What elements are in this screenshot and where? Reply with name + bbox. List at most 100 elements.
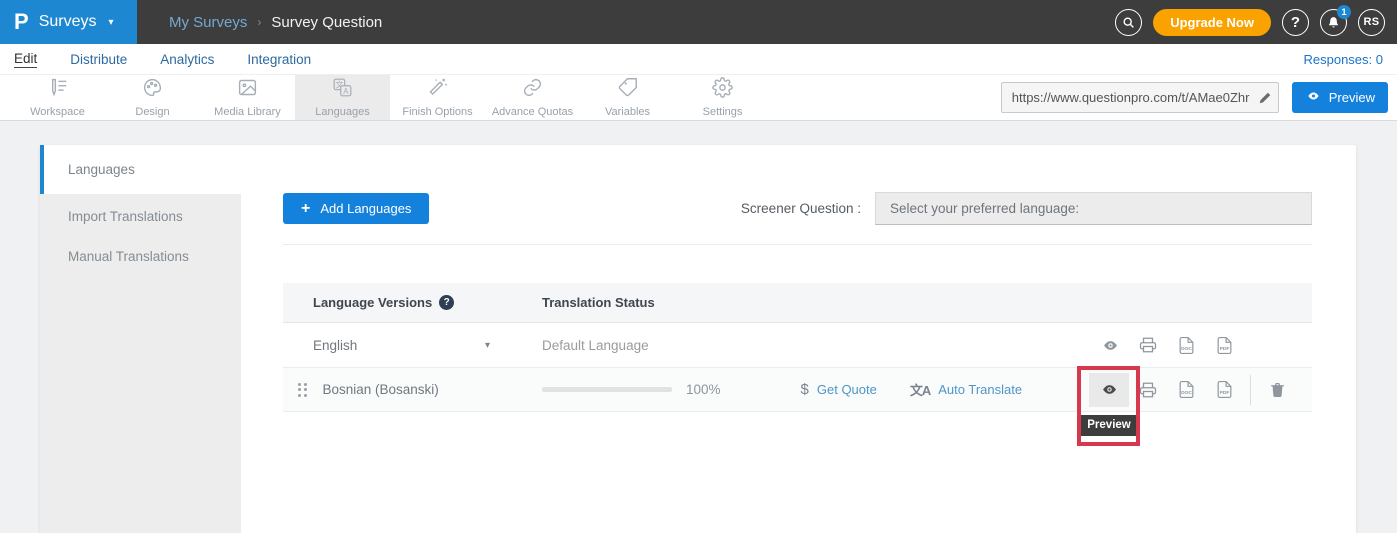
preview-annotation: Preview [1089, 373, 1129, 407]
search-icon [1122, 16, 1135, 29]
page-content: Languages Import Translations Manual Tra… [0, 121, 1397, 533]
svg-text:PDF: PDF [1219, 390, 1229, 396]
languages-card: Languages Import Translations Manual Tra… [40, 145, 1356, 533]
sidebar-item-manual-translations[interactable]: Manual Translations [40, 236, 241, 276]
table-row-english: English ▾ Default Language [283, 323, 1312, 368]
header-actions: Upgrade Now ? 1 RS [1115, 9, 1397, 36]
row-actions-english: DOC PDF [1091, 328, 1312, 362]
nav-tab-distribute[interactable]: Distribute [70, 52, 127, 67]
preview-tooltip: Preview [1078, 415, 1139, 436]
question-mark-icon: ? [1291, 14, 1300, 31]
preview-button[interactable]: Preview [1292, 82, 1388, 113]
svg-text:A: A [343, 87, 349, 96]
workspace-icon [47, 77, 68, 103]
print-icon[interactable] [1129, 373, 1167, 407]
export-doc-icon[interactable]: DOC [1167, 328, 1205, 362]
link-chain-icon [522, 77, 543, 103]
status-cell: 100% $ Get Quote 文A Auto Translate [542, 380, 1089, 399]
delete-language-icon[interactable] [1258, 373, 1296, 407]
translation-progress-label: 100% [686, 382, 721, 397]
toolbar-tab-languages[interactable]: 文A Languages [295, 75, 390, 120]
drag-handle[interactable] [298, 383, 307, 397]
toolbar-tab-design[interactable]: Design [105, 75, 200, 120]
survey-url-input[interactable] [1012, 90, 1252, 105]
col-header-language-versions: Language Versions ? [283, 295, 542, 310]
preview-language-icon[interactable] [1089, 373, 1129, 407]
toolbar-right: Preview [1001, 75, 1397, 120]
languages-main: + Add Languages Screener Question : Sele… [241, 145, 1356, 533]
add-languages-button[interactable]: + Add Languages [283, 193, 429, 224]
export-pdf-icon[interactable]: PDF [1205, 373, 1243, 407]
screener-question-select[interactable]: Select your preferred language: [875, 192, 1312, 225]
auto-translate-link[interactable]: 文A Auto Translate [910, 380, 1022, 399]
app-switcher[interactable]: P Surveys ▾ [0, 0, 137, 44]
search-button[interactable] [1115, 9, 1142, 36]
survey-url-box [1001, 82, 1279, 113]
breadcrumb: My Surveys › Survey Question [169, 14, 382, 31]
export-pdf-icon[interactable]: PDF [1205, 328, 1243, 362]
row-actions-bosnian: Preview DOC PDF [1089, 373, 1312, 407]
palette-icon [142, 77, 163, 103]
nav-tab-analytics[interactable]: Analytics [160, 52, 214, 67]
svg-text:DOC: DOC [1181, 345, 1192, 351]
status-cell: Default Language [542, 338, 1091, 353]
help-button[interactable]: ? [1282, 9, 1309, 36]
screener-question-label: Screener Question : [741, 201, 875, 216]
breadcrumb-current: Survey Question [271, 14, 382, 31]
bell-icon [1327, 15, 1340, 29]
table-row-bosnian: Bosnian (Bosanski) 100% $ Get Quote 文A A… [283, 368, 1312, 412]
breadcrumb-separator-icon: › [257, 15, 261, 29]
toolbar-tab-media-library[interactable]: Media Library [200, 75, 295, 120]
translate-glyph-icon: 文A [910, 380, 930, 399]
survey-nav: Edit Distribute Analytics Integration Re… [0, 44, 1397, 74]
language-versions-table: Language Versions ? Translation Status E… [283, 283, 1312, 412]
image-icon [237, 77, 258, 103]
nav-tab-integration[interactable]: Integration [247, 52, 311, 67]
sidebar-item-import-translations[interactable]: Import Translations [40, 196, 241, 236]
divider [1250, 375, 1251, 405]
get-quote-link[interactable]: $ Get Quote [801, 381, 877, 398]
toolbar-tab-settings[interactable]: Settings [675, 75, 770, 120]
dollar-icon: $ [801, 381, 809, 398]
sidebar-item-languages[interactable]: Languages [40, 145, 241, 194]
language-cell-bosnian: Bosnian (Bosanski) [283, 382, 542, 397]
plus-icon: + [301, 200, 310, 218]
avatar[interactable]: RS [1358, 9, 1385, 36]
chevron-down-icon: ▾ [108, 17, 113, 28]
avatar-initials: RS [1364, 16, 1380, 28]
questionpro-logo-icon: P [14, 11, 29, 33]
toolbar-tab-workspace[interactable]: Workspace [10, 75, 105, 120]
upgrade-now-button[interactable]: Upgrade Now [1153, 9, 1271, 36]
toolbar-tab-variables[interactable]: Variables [580, 75, 675, 120]
top-header: P Surveys ▾ My Surveys › Survey Question… [0, 0, 1397, 44]
preview-language-icon[interactable] [1091, 328, 1129, 362]
toolbar-tab-finish-options[interactable]: Finish Options [390, 75, 485, 120]
top-controls: + Add Languages Screener Question : Sele… [283, 192, 1312, 245]
toolbar-tab-advance-quotas[interactable]: Advance Quotas [485, 75, 580, 120]
col-header-translation-status: Translation Status [542, 295, 1312, 310]
languages-sidebar: Languages Import Translations Manual Tra… [40, 145, 241, 533]
translation-progress-bar [542, 387, 672, 392]
language-dropdown-english[interactable]: English ▾ [283, 338, 542, 353]
export-doc-icon[interactable]: DOC [1167, 373, 1205, 407]
help-circle-icon[interactable]: ? [439, 295, 454, 310]
app-switcher-label: Surveys [39, 13, 97, 31]
edit-url-icon[interactable] [1252, 91, 1272, 105]
tag-icon [617, 77, 638, 103]
translate-icon: 文A [332, 77, 353, 103]
eye-icon [1305, 90, 1322, 105]
sidebar-group: Import Translations Manual Translations [40, 194, 241, 533]
nav-tab-edit[interactable]: Edit [14, 51, 37, 68]
magic-wand-icon [427, 77, 448, 103]
print-icon[interactable] [1129, 328, 1167, 362]
edit-toolbar: Workspace Design Media Library 文A Langua… [0, 74, 1397, 121]
gear-icon [712, 77, 733, 103]
svg-text:DOC: DOC [1181, 390, 1192, 396]
responses-count: Responses: 0 [1304, 52, 1384, 67]
notification-badge: 1 [1337, 5, 1351, 19]
chevron-down-icon[interactable]: ▾ [485, 340, 490, 351]
breadcrumb-my-surveys[interactable]: My Surveys [169, 14, 247, 31]
table-header-row: Language Versions ? Translation Status [283, 283, 1312, 323]
svg-text:PDF: PDF [1219, 345, 1229, 351]
notifications-button[interactable]: 1 [1320, 9, 1347, 36]
